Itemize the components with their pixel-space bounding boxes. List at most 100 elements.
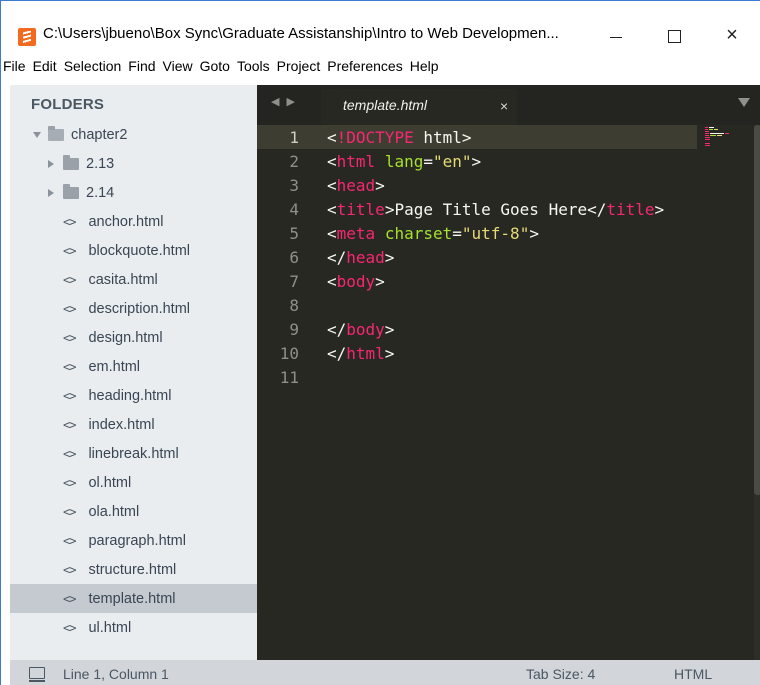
file-item[interactable]: <> casita.html (10, 265, 257, 294)
line-number: 11 (279, 367, 299, 387)
tree-item-label: ul.html (88, 619, 132, 636)
tab-label: template.html (343, 97, 428, 113)
file-item[interactable]: <> design.html (10, 323, 257, 352)
tab-bar: ◀ ▶ template.html × (257, 85, 760, 125)
code-file-icon: <> (63, 301, 76, 316)
file-item[interactable]: <> ul.html (10, 613, 257, 642)
folder-item[interactable]: 2.14 (10, 178, 257, 207)
file-item[interactable]: <> ol.html (10, 468, 257, 497)
file-item[interactable]: <> structure.html (10, 555, 257, 584)
code-file-icon: <> (63, 272, 76, 287)
tree-item-label: linebreak.html (88, 445, 179, 462)
code-line[interactable]: 3 <head> (257, 173, 385, 197)
menu-view[interactable]: View (163, 58, 193, 74)
code-file-icon: <> (63, 620, 76, 635)
menu-help[interactable]: Help (410, 58, 439, 74)
tree-item-label: blockquote.html (88, 242, 191, 259)
code-line[interactable]: 6 </head> (257, 245, 394, 269)
file-item[interactable]: <> linebreak.html (10, 439, 257, 468)
code-token: title (336, 199, 385, 219)
code-file-icon: <> (63, 533, 76, 548)
tab-size[interactable]: Tab Size: 4 (526, 666, 595, 682)
file-item[interactable]: <> paragraph.html (10, 526, 257, 555)
code-file-icon: <> (63, 591, 76, 606)
file-item[interactable]: <> index.html (10, 410, 257, 439)
menu-edit[interactable]: Edit (33, 58, 57, 74)
sidebar: FOLDERS chapter2 2.13 2.14 <> anchor.html <> b… (10, 85, 257, 660)
menu-tools[interactable]: Tools (237, 58, 270, 74)
code-file-icon: <> (63, 446, 76, 461)
chevron-right-icon[interactable] (48, 188, 54, 197)
code-line[interactable]: 9 </body> (257, 317, 394, 341)
code-text: <head> (327, 176, 385, 195)
folder-icon (63, 183, 79, 199)
tree-item-label: description.html (88, 300, 190, 317)
code-line[interactable]: 2 <html lang="en"> (257, 149, 481, 173)
menu-selection[interactable]: Selection (64, 58, 122, 74)
cursor-position[interactable]: Line 1, Column 1 (63, 666, 169, 682)
file-item[interactable]: <> blockquote.html (10, 236, 257, 265)
menu-preferences[interactable]: Preferences (327, 58, 402, 74)
tab-close-icon[interactable]: × (500, 98, 508, 114)
tree-item-label: structure.html (88, 561, 177, 578)
file-item[interactable]: <> em.html (10, 352, 257, 381)
menu-file[interactable]: File (3, 58, 26, 74)
file-item[interactable]: <> description.html (10, 294, 257, 323)
minimize-button[interactable] (593, 15, 639, 51)
tree-item-label: index.html (88, 416, 155, 433)
file-item[interactable]: <> anchor.html (10, 207, 257, 236)
tree-item-label: ol.html (88, 474, 132, 491)
code-token: title (606, 199, 655, 219)
tab-dropdown-icon[interactable] (738, 98, 750, 107)
code-line[interactable]: 5 <meta charset="utf-8"> (257, 221, 539, 245)
title-bar[interactable]: C:\Users\jbueno\Box Sync\Graduate Assist… (1, 1, 760, 51)
minimap[interactable] (705, 127, 745, 151)
code-token: head (336, 175, 376, 195)
code-token: html (346, 343, 385, 363)
maximize-icon (667, 29, 681, 43)
tree-item-label: 2.13 (86, 155, 115, 172)
code-token: !DOCTYPE (336, 127, 414, 147)
code-line[interactable]: 11 (257, 365, 327, 389)
scrollbar-thumb[interactable] (754, 125, 760, 495)
app-window: C:\Users\jbueno\Box Sync\Graduate Assist… (0, 0, 760, 685)
tree-item-label: design.html (88, 329, 163, 346)
code-line[interactable]: 7 <body> (257, 269, 385, 293)
code-token: body (346, 319, 385, 339)
code-token: < (327, 175, 337, 195)
menu-goto[interactable]: Goto (200, 58, 230, 74)
syntax-mode[interactable]: HTML (674, 666, 712, 682)
code-line[interactable]: 1 <!DOCTYPE html> (257, 125, 697, 149)
code-line[interactable]: 4 <title>Page Title Goes Here</title> (257, 197, 664, 221)
folder-item[interactable]: 2.13 (10, 149, 257, 178)
close-button[interactable]: × (709, 15, 755, 51)
menu-find[interactable]: Find (128, 58, 155, 74)
code-line[interactable]: 10 </html> (257, 341, 395, 365)
file-item[interactable]: <> template.html (10, 584, 257, 613)
menu-project[interactable]: Project (277, 58, 321, 74)
editor-scrollbar[interactable] (754, 125, 760, 660)
tab-nav-arrows-icon[interactable]: ◀ ▶ (271, 95, 297, 108)
code-text: </head> (327, 248, 394, 267)
folder-item[interactable]: chapter2 (10, 120, 257, 149)
file-item[interactable]: <> heading.html (10, 381, 257, 410)
chevron-right-icon[interactable] (48, 159, 54, 168)
code-text: </body> (327, 320, 394, 339)
line-number: 3 (289, 175, 299, 195)
maximize-button[interactable] (651, 15, 697, 51)
file-item[interactable]: <> ola.html (10, 497, 257, 526)
status-bar: Line 1, Column 1 Tab Size: 4 HTML (10, 660, 760, 685)
code-token: < (327, 223, 337, 243)
line-number: 4 (289, 199, 299, 219)
console-panel-icon[interactable] (29, 667, 45, 682)
code-token: > (375, 271, 385, 291)
code-editor[interactable]: 1 <!DOCTYPE html> 2 <html lang="en"> 3 <head>… (257, 125, 760, 660)
code-file-icon: <> (63, 330, 76, 345)
line-number: 2 (289, 151, 299, 171)
code-file-icon: <> (63, 417, 76, 432)
chevron-down-icon[interactable] (33, 131, 41, 138)
code-line[interactable]: 8 (257, 293, 327, 317)
tree-item-label: anchor.html (88, 213, 164, 230)
